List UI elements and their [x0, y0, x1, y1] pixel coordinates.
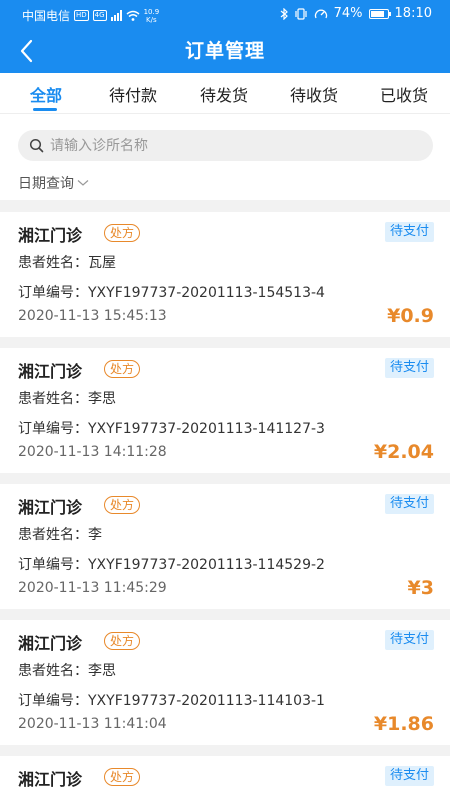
vibrate-icon	[295, 7, 307, 20]
patient-name: 患者姓名：李思	[18, 391, 116, 407]
hd-badge: HD	[74, 10, 89, 21]
status-bar: 中国电信 HD 4G 10.9 K/s 74% 18:10	[0, 0, 450, 30]
speed-unit: K/s	[146, 15, 157, 24]
order-number: 订单编号：YXYF197737-20201113-141127-3	[18, 421, 325, 437]
order-price: ¥3	[407, 577, 434, 599]
order-time: 2020-11-13 15:45:13	[18, 308, 167, 324]
search-icon	[29, 138, 44, 153]
signal-icon	[110, 10, 122, 21]
status-badge: 待支付	[384, 494, 434, 514]
status-left: 中国电信 HD 4G 10.9 K/s	[22, 7, 159, 24]
date-filter[interactable]: 日期查询	[18, 173, 89, 193]
order-status-tabs: 全部 待付款 待发货 待收货 已收货	[0, 73, 450, 113]
prescription-tag: 处方	[104, 632, 141, 650]
search-box[interactable]	[18, 130, 433, 161]
tab-pending-shipment[interactable]: 待发货	[200, 82, 248, 106]
order-number: 订单编号：YXYF197737-20201113-114103-1	[18, 693, 325, 709]
order-card[interactable]: 湘江门诊 处方 待支付 患者姓名：李 订单编号：YXYF197737-20201…	[0, 484, 450, 609]
prescription-tag: 处方	[104, 496, 141, 514]
status-badge: 待支付	[384, 358, 434, 378]
clinic-name: 湘江门诊	[18, 362, 83, 381]
clinic-name: 湘江门诊	[18, 498, 83, 517]
carrier-label: 中国电信	[22, 9, 71, 23]
order-card[interactable]: 湘江门诊 处方 待支付 患者姓名：李思 订单编号：YXYF197737-2020…	[0, 620, 450, 745]
speed-value: 10.9	[143, 7, 160, 16]
status-badge: 待支付	[384, 766, 434, 786]
clinic-name: 湘江门诊	[18, 634, 83, 653]
order-number: 订单编号：YXYF197737-20201113-154513-4	[18, 285, 325, 301]
gauge-icon	[314, 9, 327, 18]
prescription-tag: 处方	[104, 224, 141, 242]
tab-received[interactable]: 已收货	[380, 82, 428, 106]
battery-percent: 74%	[333, 6, 363, 21]
order-time: 2020-11-13 11:45:29	[18, 580, 167, 596]
order-price: ¥0.9	[387, 305, 434, 327]
battery-icon	[368, 8, 391, 19]
order-card[interactable]: 湘江门诊 处方 待支付	[0, 756, 450, 800]
order-time: 2020-11-13 11:41:04	[18, 716, 167, 732]
order-card[interactable]: 湘江门诊 处方 待支付 患者姓名：瓦屋 订单编号：YXYF197737-2020…	[0, 212, 450, 337]
status-badge: 待支付	[384, 630, 434, 650]
app-header: 中国电信 HD 4G 10.9 K/s 74% 18:10 订单管理	[0, 0, 450, 73]
patient-name: 患者姓名：瓦屋	[18, 255, 116, 271]
clinic-name: 湘江门诊	[18, 770, 83, 789]
tab-pending-receipt[interactable]: 待收货	[290, 82, 338, 106]
clinic-name: 湘江门诊	[18, 226, 83, 245]
prescription-tag: 处方	[104, 360, 141, 378]
tab-pending-payment[interactable]: 待付款	[109, 82, 157, 106]
order-time: 2020-11-13 14:11:28	[18, 444, 167, 460]
chevron-down-icon	[77, 180, 89, 186]
filter-area: 日期查询	[0, 113, 450, 200]
network-speed: 10.9 K/s	[144, 8, 160, 24]
date-filter-label: 日期查询	[18, 176, 74, 192]
clinic-search-input[interactable]	[50, 130, 420, 161]
order-price: ¥1.86	[373, 713, 434, 735]
clock: 18:10	[394, 6, 432, 21]
order-card[interactable]: 湘江门诊 处方 待支付 患者姓名：李思 订单编号：YXYF197737-2020…	[0, 348, 450, 473]
status-right: 74% 18:10	[280, 6, 432, 21]
tab-all[interactable]: 全部	[30, 82, 62, 106]
patient-name: 患者姓名：李思	[18, 663, 116, 679]
patient-name: 患者姓名：李	[18, 527, 102, 543]
active-tab-indicator	[33, 108, 57, 111]
order-price: ¥2.04	[373, 441, 434, 463]
page-title: 订单管理	[184, 40, 265, 62]
status-badge: 待支付	[384, 222, 434, 242]
prescription-tag: 处方	[104, 768, 141, 786]
wifi-icon	[126, 10, 140, 21]
order-number: 订单编号：YXYF197737-20201113-114529-2	[18, 557, 325, 573]
network-badge: 4G	[92, 10, 107, 21]
navigation-bar: 订单管理	[0, 30, 450, 73]
bluetooth-icon	[280, 7, 288, 20]
